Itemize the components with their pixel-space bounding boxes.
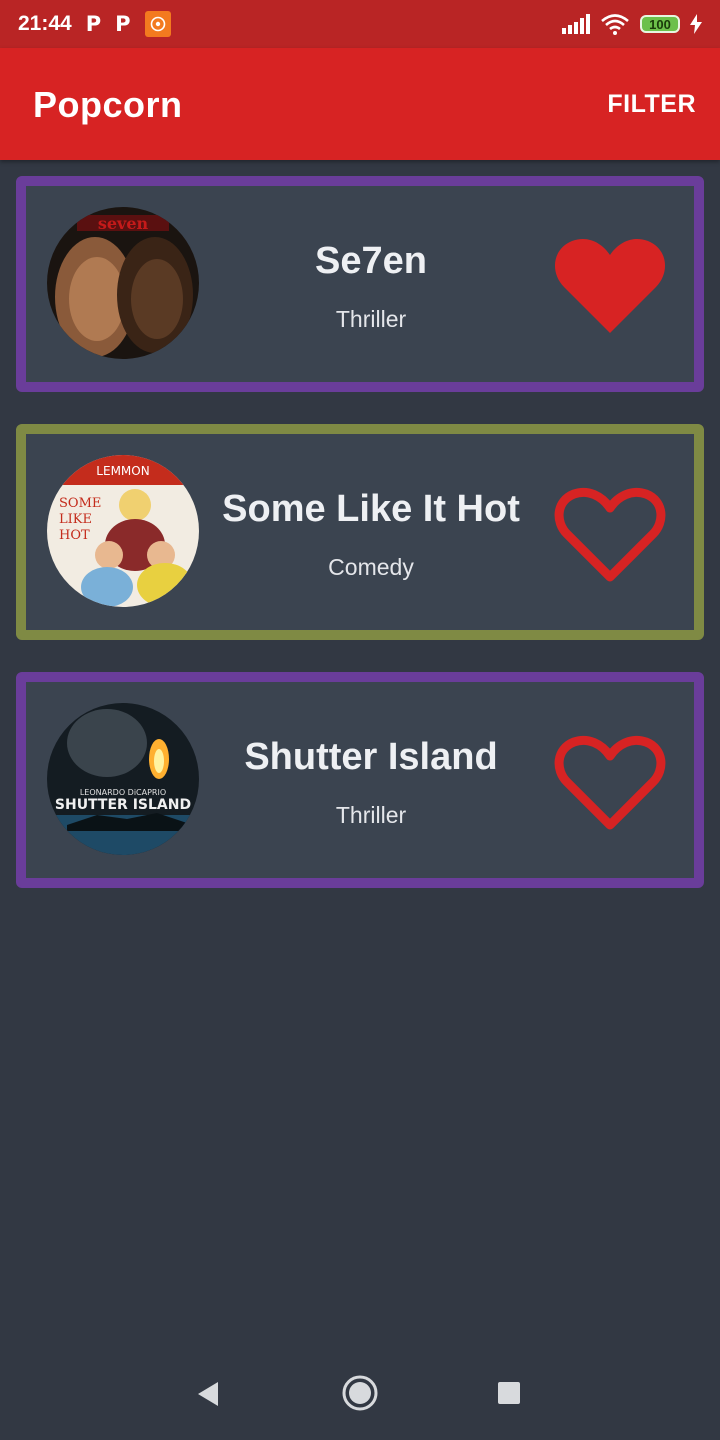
battery-icon: 100 (640, 15, 680, 33)
home-icon[interactable] (341, 1374, 379, 1412)
heart-filled-icon[interactable] (552, 235, 668, 339)
charging-icon (690, 14, 702, 34)
filter-button[interactable]: FILTER (607, 90, 696, 119)
svg-text:LEONARDO DiCAPRIO: LEONARDO DiCAPRIO (80, 788, 166, 797)
app-title: Popcorn (33, 84, 183, 125)
svg-text:LIKE: LIKE (59, 512, 92, 527)
svg-text:SHUTTER ISLAND: SHUTTER ISLAND (55, 797, 191, 813)
svg-text:LEMMON: LEMMON (96, 464, 149, 478)
navigation-bar (0, 1340, 720, 1440)
movie-genre: Comedy (328, 554, 414, 580)
svg-text:HOT: HOT (59, 528, 90, 543)
heart-outline-icon[interactable] (552, 483, 668, 587)
movie-card[interactable]: LEONARDO DiCAPRIO SHUTTER ISLAND Shutter… (16, 672, 704, 888)
movie-card[interactable]: seven Se7en Thriller (16, 176, 704, 392)
wifi-icon (601, 14, 629, 35)
movie-poster: LEONARDO DiCAPRIO SHUTTER ISLAND (47, 703, 199, 855)
recents-icon[interactable] (497, 1381, 521, 1405)
movie-genre: Thriller (335, 802, 407, 828)
status-time: 21:44 (18, 12, 72, 35)
status-bar: 21:44 P P 100 (0, 0, 720, 48)
movie-title: Se7en (315, 240, 427, 282)
app-bar: Popcorn FILTER (0, 48, 720, 160)
movie-poster: seven (47, 207, 199, 359)
signal-icon (562, 14, 590, 34)
movie-poster: LEMMON SOME LIKE HOT (47, 455, 199, 607)
p-icon: P (115, 12, 131, 36)
svg-text:seven: seven (98, 214, 149, 233)
heart-outline-icon[interactable] (552, 731, 668, 835)
p-icon: P (85, 12, 102, 36)
movie-card[interactable]: LEMMON SOME LIKE HOT Some Like It Hot Co… (16, 424, 704, 640)
app-notification-icon (144, 11, 171, 37)
svg-text:SOME: SOME (59, 496, 101, 511)
movie-genre: Thriller (335, 306, 407, 332)
movie-title: Some Like It Hot (222, 488, 520, 530)
back-icon[interactable] (196, 1380, 220, 1408)
movie-title: Shutter Island (244, 736, 498, 778)
